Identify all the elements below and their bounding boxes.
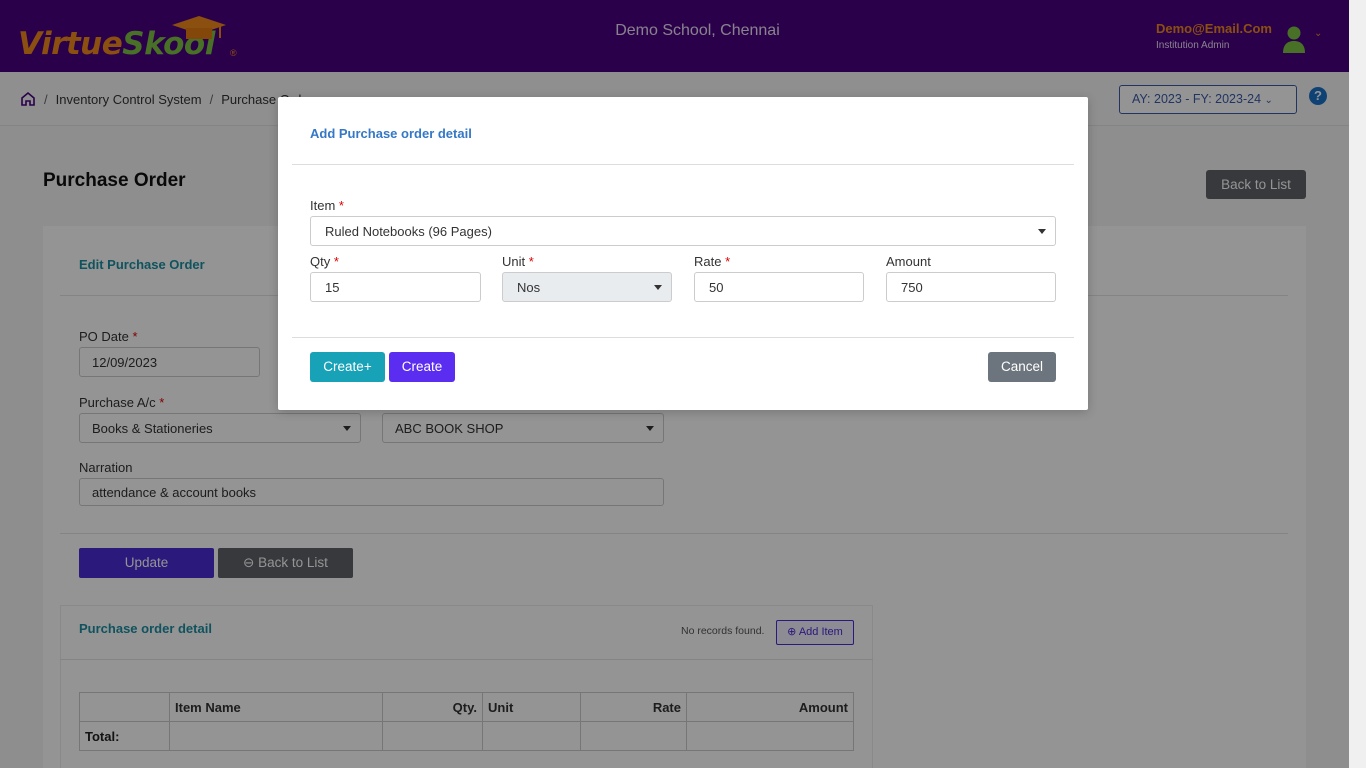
- create-plus-button[interactable]: Create+: [310, 352, 385, 382]
- unit-label: Unit *: [502, 254, 534, 269]
- page-scrollbar[interactable]: [1349, 0, 1366, 768]
- rate-value: 50: [709, 279, 724, 295]
- modal-title: Add Purchase order detail: [310, 126, 472, 141]
- amount-input[interactable]: 750: [886, 272, 1056, 302]
- modal-divider: [292, 337, 1074, 338]
- qty-value: 15: [325, 279, 340, 295]
- required-mark: *: [528, 254, 534, 269]
- caret-down-icon: [1038, 229, 1046, 234]
- rate-label-text: Rate: [694, 254, 722, 269]
- item-label: Item *: [310, 198, 344, 213]
- unit-label-text: Unit: [502, 254, 526, 269]
- rate-label: Rate *: [694, 254, 730, 269]
- qty-input[interactable]: 15: [310, 272, 481, 302]
- required-mark: *: [725, 254, 731, 269]
- amount-label: Amount: [886, 254, 931, 269]
- item-select[interactable]: Ruled Notebooks (96 Pages): [310, 216, 1056, 246]
- unit-value: Nos: [517, 279, 541, 295]
- unit-select[interactable]: Nos: [502, 272, 672, 302]
- qty-label-text: Qty: [310, 254, 331, 269]
- required-mark: *: [333, 254, 339, 269]
- create-button[interactable]: Create: [389, 352, 455, 382]
- cancel-button[interactable]: Cancel: [988, 352, 1056, 382]
- add-detail-modal: Add Purchase order detail Item * Ruled N…: [278, 97, 1088, 410]
- required-mark: *: [338, 198, 344, 213]
- caret-down-icon: [654, 285, 662, 290]
- item-label-text: Item: [310, 198, 336, 213]
- amount-value: 750: [901, 279, 923, 295]
- item-value: Ruled Notebooks (96 Pages): [325, 223, 492, 239]
- rate-input[interactable]: 50: [694, 272, 864, 302]
- qty-label: Qty *: [310, 254, 339, 269]
- modal-divider: [292, 164, 1074, 165]
